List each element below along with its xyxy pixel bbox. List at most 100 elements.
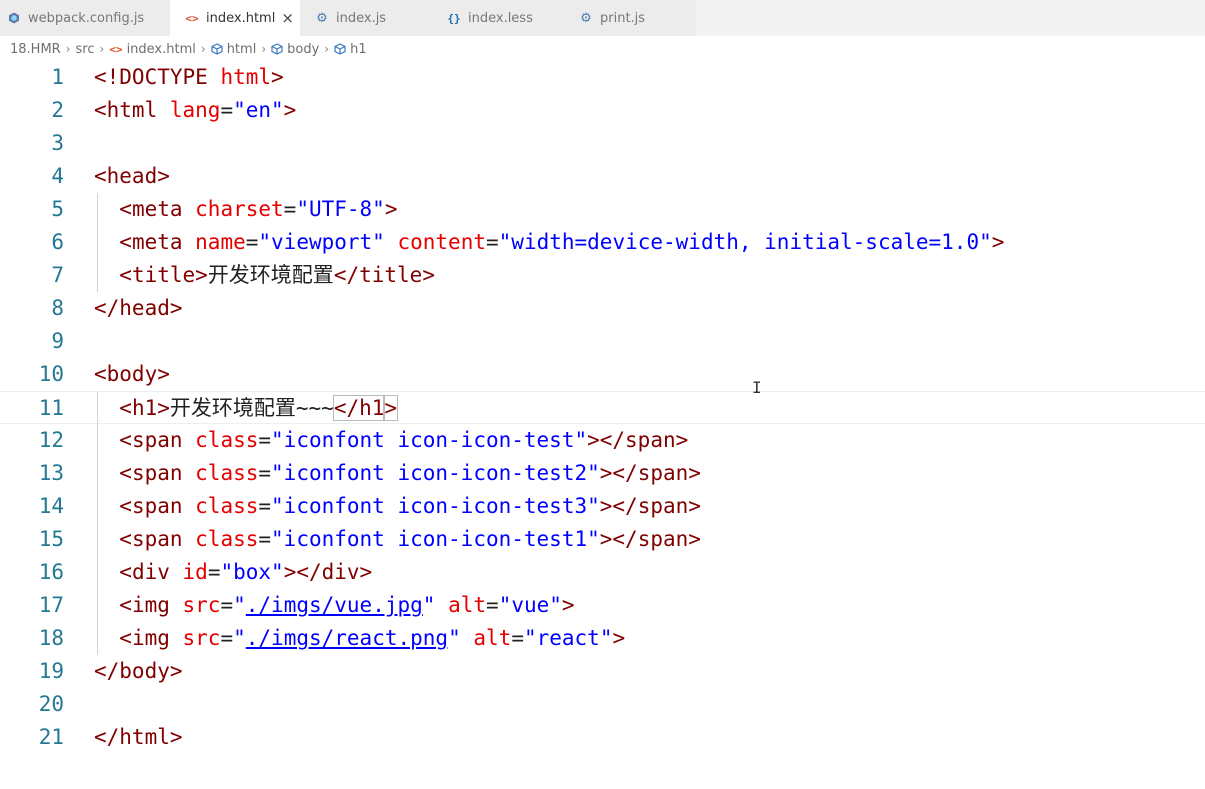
code-text: <!DOCTYPE html> [94, 61, 284, 94]
breadcrumb-label: 18.HMR [10, 41, 61, 57]
code-line[interactable]: 13 <span class="iconfont icon-icon-test2… [0, 457, 1205, 490]
tab-label: webpack.config.js [28, 10, 145, 26]
breadcrumb-label: index.html [126, 41, 196, 57]
code-line[interactable]: 4 <head> [0, 160, 1205, 193]
tab-webpack-config-js[interactable]: webpack.config.js [0, 0, 170, 36]
code-line[interactable]: 5 <meta charset="UTF-8"> [0, 193, 1205, 226]
token-tag: </h1 [332, 395, 386, 421]
token-tag: </html> [94, 725, 183, 749]
token-txt: = [283, 197, 297, 221]
code-text: <img src="./imgs/vue.jpg" alt="vue"> [94, 589, 574, 622]
code-text: </html> [94, 721, 183, 754]
token-tag: <!DOCTYPE [94, 65, 221, 89]
token-tag: <span [119, 494, 196, 518]
line-number: 10 [38, 362, 64, 386]
code-line[interactable]: 11 <h1>开发环境配置~~~</h1> [0, 391, 1205, 425]
code-line[interactable]: 12 <span class="iconfont icon-icon-test"… [0, 424, 1205, 457]
token-tag: </body> [94, 659, 183, 683]
tab-index-less[interactable]: {} index.less [432, 0, 564, 36]
code-line[interactable]: 10 <body> [0, 358, 1205, 391]
token-tag: <span [119, 461, 196, 485]
breadcrumb-item[interactable]: <> index.html [109, 42, 196, 57]
token-str: "iconfont icon-icon-test3" [271, 494, 600, 518]
token-tag: <span [119, 527, 196, 551]
line-number: 14 [38, 494, 64, 518]
code-editor[interactable]: 1 <!DOCTYPE html> 2 <html lang="en"> 3 4 <head… [0, 60, 1205, 789]
code-line[interactable]: 14 <span class="iconfont icon-icon-test3… [0, 490, 1205, 523]
tab-print-js[interactable]: ⚙ print.js [564, 0, 696, 36]
token-txt: = [486, 230, 499, 254]
code-text: <span class="iconfont icon-icon-test"></… [94, 424, 688, 457]
tab-index-js[interactable]: ⚙ index.js [300, 0, 432, 36]
token-attr: html [220, 65, 272, 89]
code-text: <span class="iconfont icon-icon-test1"><… [94, 523, 701, 556]
breadcrumb-item[interactable]: 18.HMR [10, 42, 61, 57]
token-tag: ></span> [599, 461, 701, 485]
tab-label: index.html [206, 10, 276, 26]
code-line[interactable]: 18 <img src="./imgs/react.png" alt="reac… [0, 622, 1205, 655]
chevron-right-icon: › [65, 42, 71, 56]
code-line[interactable]: 20 [0, 688, 1205, 721]
breadcrumb-item[interactable]: body [271, 42, 319, 57]
code-line[interactable]: 16 <div id="box"></div> [0, 556, 1205, 589]
code-line[interactable]: 19 </body> [0, 655, 1205, 688]
token-link[interactable]: ./imgs/vue.jpg [246, 593, 423, 617]
token-str: "iconfont icon-icon-test2" [271, 461, 600, 485]
braces-icon: {} [447, 11, 461, 25]
code-line[interactable]: 15 <span class="iconfont icon-icon-test1… [0, 523, 1205, 556]
line-number: 3 [51, 131, 64, 155]
chevron-right-icon: › [261, 42, 267, 56]
token-tag: <div [119, 560, 183, 584]
code-text: <meta name="viewport" content="width=dev… [94, 226, 1004, 259]
line-number: 9 [51, 329, 64, 353]
token-attr: class [195, 494, 259, 518]
html-tag-icon: <> [109, 42, 123, 56]
token-str: "UTF-8" [296, 197, 385, 221]
token-str: "iconfont icon-icon-test1" [271, 527, 600, 551]
tab-label: print.js [600, 10, 646, 26]
token-str: "box" [220, 560, 284, 584]
tab-index-html[interactable]: <> index.html × [170, 0, 300, 36]
code-line[interactable]: 7 <title>开发环境配置</title> [0, 259, 1205, 292]
breadcrumb-item[interactable]: src [76, 42, 95, 57]
token-tag: > [383, 395, 399, 421]
code-line[interactable]: 8 </head> [0, 292, 1205, 325]
code-line[interactable]: 17 <img src="./imgs/vue.jpg" alt="vue"> [0, 589, 1205, 622]
breadcrumb-item[interactable]: h1 [334, 42, 367, 57]
token-tag: <head> [94, 164, 170, 188]
code-line[interactable]: 6 <meta name="viewport" content="width=d… [0, 226, 1205, 259]
code-line[interactable]: 2 <html lang="en"> [0, 94, 1205, 127]
token-tag: > [283, 98, 297, 122]
cube-icon [211, 43, 223, 55]
token-txt: = [258, 428, 272, 452]
token-txt: = [220, 98, 234, 122]
text-cursor-icon: I [752, 378, 762, 397]
line-number: 21 [38, 725, 64, 749]
code-line[interactable]: 1 <!DOCTYPE html> [0, 61, 1205, 94]
token-attr: class [195, 461, 259, 485]
breadcrumb-item[interactable]: html [211, 42, 256, 57]
code-text: <meta charset="UTF-8"> [94, 193, 397, 226]
chevron-right-icon: › [99, 42, 105, 56]
token-attr: src [182, 593, 221, 617]
line-number: 6 [51, 230, 64, 254]
code-line[interactable]: 3 [0, 127, 1205, 160]
token-txt: = [220, 593, 234, 617]
token-str: " [422, 593, 436, 617]
line-number: 15 [38, 527, 64, 551]
token-txt: = [258, 527, 272, 551]
code-text: <head> [94, 160, 170, 193]
code-text: <div id="box"></div> [94, 556, 372, 589]
code-line[interactable]: 21 </html> [0, 721, 1205, 754]
line-number: 17 [38, 593, 64, 617]
close-icon[interactable]: × [281, 9, 294, 27]
code-line[interactable]: 9 [0, 325, 1205, 358]
token-link[interactable]: ./imgs/react.png [246, 626, 448, 650]
line-number: 2 [51, 98, 64, 122]
